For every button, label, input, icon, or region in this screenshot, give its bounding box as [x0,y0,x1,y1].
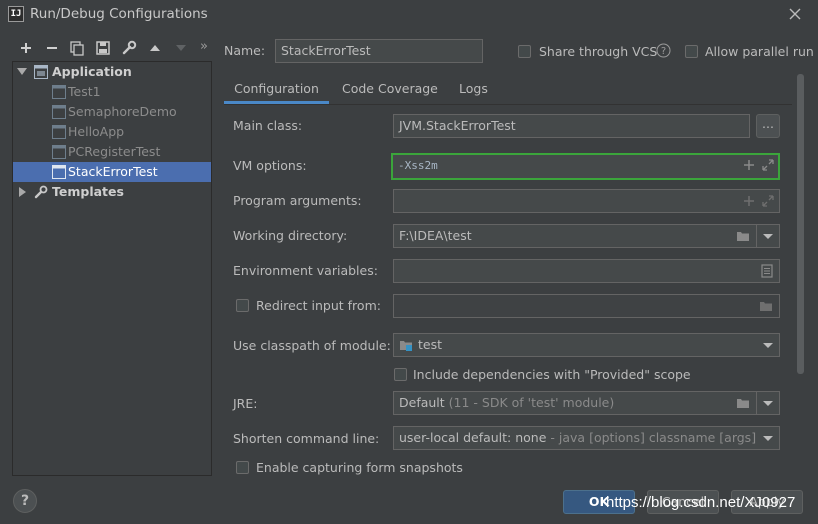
folder-icon[interactable] [736,229,750,243]
application-config-icon [52,165,66,179]
tree-item[interactable]: PCRegisterTest [13,142,211,162]
jre-hint: (11 - SDK of 'test' module) [448,395,615,410]
redirect-input-label: Redirect input from: [256,298,381,313]
jre-select[interactable]: Default (11 - SDK of 'test' module) [393,391,780,415]
tree-item[interactable]: Test1 [13,82,211,102]
save-icon[interactable] [95,40,111,56]
redirect-input-checkbox[interactable] [236,299,249,312]
tree-item[interactable]: SemaphoreDemo [13,102,211,122]
main-class-label: Main class: [233,118,303,133]
watermark-text: https://blog.csdn.net/XJ0927 [606,494,796,511]
more-icon[interactable]: » [200,39,208,54]
folder-icon[interactable] [759,299,773,313]
intellij-logo-icon: IJ [8,6,24,22]
add-icon[interactable] [742,194,756,208]
add-icon[interactable] [742,158,756,172]
expand-icon[interactable] [761,158,775,172]
tree-label-application: Application [52,64,132,79]
divider [756,392,757,414]
collapsed-arrow-icon[interactable] [17,187,27,197]
tree-item-label: HelloApp [68,124,125,139]
chevron-down-icon[interactable] [761,229,775,243]
environment-variables-label: Environment variables: [233,263,378,278]
svg-text:?: ? [661,46,666,57]
expand-icon[interactable] [761,194,775,208]
help-button[interactable]: ? [13,489,37,513]
application-config-icon [52,85,66,99]
tree-item[interactable]: HelloApp [13,122,211,142]
program-arguments-label: Program arguments: [233,193,362,208]
shorten-command-label: Shorten command line: [233,431,380,446]
tree-item-label: Test1 [68,84,101,99]
shorten-command-hint: - java [options] classname [args] [550,430,757,445]
divider [756,225,757,247]
classpath-module-value: test [418,337,443,352]
allow-parallel-checkbox[interactable] [685,45,698,58]
document-icon[interactable] [760,264,774,278]
wrench-icon[interactable] [121,40,137,56]
tree-item-label: StackErrorTest [68,164,158,179]
include-dependencies-label: Include dependencies with "Provided" sco… [413,367,691,382]
name-input[interactable]: StackErrorTest [275,39,483,63]
module-folder-icon [399,338,413,352]
tree-item-label: SemaphoreDemo [68,104,177,119]
include-dependencies-checkbox[interactable] [394,368,407,381]
environment-variables-input[interactable] [393,259,780,283]
tree-node-templates[interactable]: Templates [13,182,211,202]
program-arguments-input[interactable] [393,189,780,213]
vm-options-value: -Xss2m [398,159,438,172]
allow-parallel-label: Allow parallel run [705,44,814,59]
tab-configuration[interactable]: Configuration [224,80,329,104]
form-snapshots-label: Enable capturing form snapshots [256,460,463,475]
redirect-input-field[interactable] [393,294,780,318]
application-config-icon [52,105,66,119]
main-class-input[interactable]: JVM.StackErrorTest [393,114,750,138]
classpath-module-select[interactable]: test [393,333,780,357]
tab-logs[interactable]: Logs [459,80,488,104]
remove-icon[interactable] [44,40,60,56]
tree-item-selected[interactable]: StackErrorTest [13,162,211,182]
vm-options-label: VM options: [233,158,307,173]
chevron-down-icon[interactable] [761,396,775,410]
working-directory-input[interactable]: F:\IDEA\test [393,224,780,248]
vm-options-input[interactable]: -Xss2m [391,153,780,180]
scrollbar[interactable] [797,74,804,374]
shorten-command-value: user-local default: none [399,430,547,445]
wrench-icon [34,185,48,199]
browse-main-class-button[interactable]: ... [756,114,780,138]
window-title: Run/Debug Configurations [30,6,208,22]
jre-label: JRE: [233,396,258,411]
form-snapshots-checkbox[interactable] [236,461,249,474]
share-vcs-label: Share through VCS [539,44,658,59]
share-vcs-checkbox[interactable] [518,45,531,58]
folder-icon[interactable] [736,396,750,410]
expanded-arrow-icon[interactable] [17,66,27,76]
application-config-icon [52,145,66,159]
tab-code-coverage[interactable]: Code Coverage [342,80,438,104]
application-config-icon [52,125,66,139]
application-icon [34,65,48,79]
help-circle-icon[interactable]: ? [656,43,671,58]
classpath-module-label: Use classpath of module: [233,338,391,353]
chevron-down-icon[interactable] [761,338,775,352]
tree-label-templates: Templates [52,184,124,199]
move-up-icon[interactable] [147,40,163,56]
tree-node-application[interactable]: Application [13,62,211,82]
jre-value: Default [399,395,445,410]
shorten-command-select[interactable]: user-local default: none - java [options… [393,426,780,450]
tree-item-label: PCRegisterTest [68,144,161,159]
configuration-tree[interactable]: Application Test1 SemaphoreDemo HelloApp… [12,61,212,476]
name-label: Name: [224,43,266,58]
chevron-down-icon[interactable] [761,431,775,445]
close-icon[interactable] [786,5,804,23]
copy-icon[interactable] [69,40,85,56]
move-down-icon [173,40,189,56]
working-directory-label: Working directory: [233,228,348,243]
add-icon[interactable] [18,40,34,56]
